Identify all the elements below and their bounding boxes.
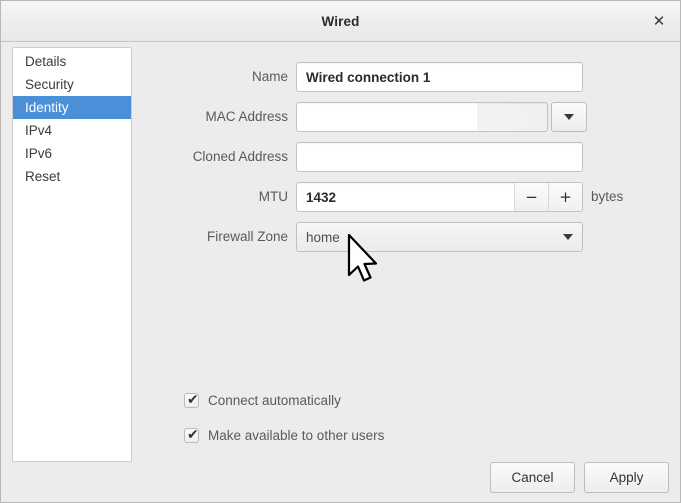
mtu-value[interactable]: 1432 (297, 183, 514, 211)
wired-connection-dialog: Wired ✕ Details Security Identity IPv4 I… (0, 0, 681, 503)
window-title: Wired (321, 13, 360, 29)
connect-automatically-checkbox[interactable]: ✔ Connect automatically (184, 392, 341, 408)
mac-address-dropdown-button[interactable] (551, 102, 587, 132)
sidebar-item-details[interactable]: Details (13, 50, 131, 73)
firewall-zone-select[interactable]: home (296, 222, 583, 252)
apply-button[interactable]: Apply (584, 462, 669, 493)
chevron-down-icon (564, 114, 574, 120)
settings-category-list[interactable]: Details Security Identity IPv4 IPv6 Rese… (12, 47, 132, 462)
mtu-spinner[interactable]: 1432 − + (296, 182, 583, 212)
make-available-to-other-users-label: Make available to other users (208, 428, 385, 443)
dialog-action-bar: Cancel Apply (490, 462, 669, 493)
mac-address-input[interactable] (296, 102, 548, 132)
close-icon[interactable]: ✕ (646, 8, 672, 34)
connect-automatically-label: Connect automatically (208, 393, 341, 408)
mtu-label: MTU (258, 189, 288, 204)
checkbox-box: ✔ (184, 427, 199, 443)
sidebar-item-reset[interactable]: Reset (13, 165, 131, 188)
mac-address-label: MAC Address (205, 109, 288, 124)
cancel-button[interactable]: Cancel (490, 462, 575, 493)
mtu-decrement-button[interactable]: − (514, 183, 548, 211)
make-available-to-other-users-checkbox[interactable]: ✔ Make available to other users (184, 427, 385, 443)
sidebar-item-ipv4[interactable]: IPv4 (13, 119, 131, 142)
check-icon: ✔ (187, 427, 199, 443)
chevron-down-icon (563, 234, 573, 240)
sidebar-item-identity[interactable]: Identity (13, 96, 131, 119)
sidebar-item-ipv6[interactable]: IPv6 (13, 142, 131, 165)
mtu-increment-button[interactable]: + (548, 183, 582, 211)
mtu-units-label: bytes (591, 189, 624, 204)
cloned-address-input[interactable] (296, 142, 583, 172)
firewall-zone-label: Firewall Zone (206, 229, 288, 244)
name-input-value: Wired connection 1 (306, 69, 431, 85)
name-label: Name (251, 69, 288, 84)
cloned-address-label: Cloned Address (192, 149, 288, 164)
sidebar-item-security[interactable]: Security (13, 73, 131, 96)
check-icon: ✔ (187, 392, 199, 408)
dialog-content: Details Security Identity IPv4 IPv6 Rese… (1, 42, 680, 502)
firewall-zone-value: home (306, 229, 340, 245)
checkbox-box: ✔ (184, 392, 199, 408)
name-input[interactable]: Wired connection 1 (296, 62, 583, 92)
titlebar: Wired ✕ (1, 1, 680, 42)
